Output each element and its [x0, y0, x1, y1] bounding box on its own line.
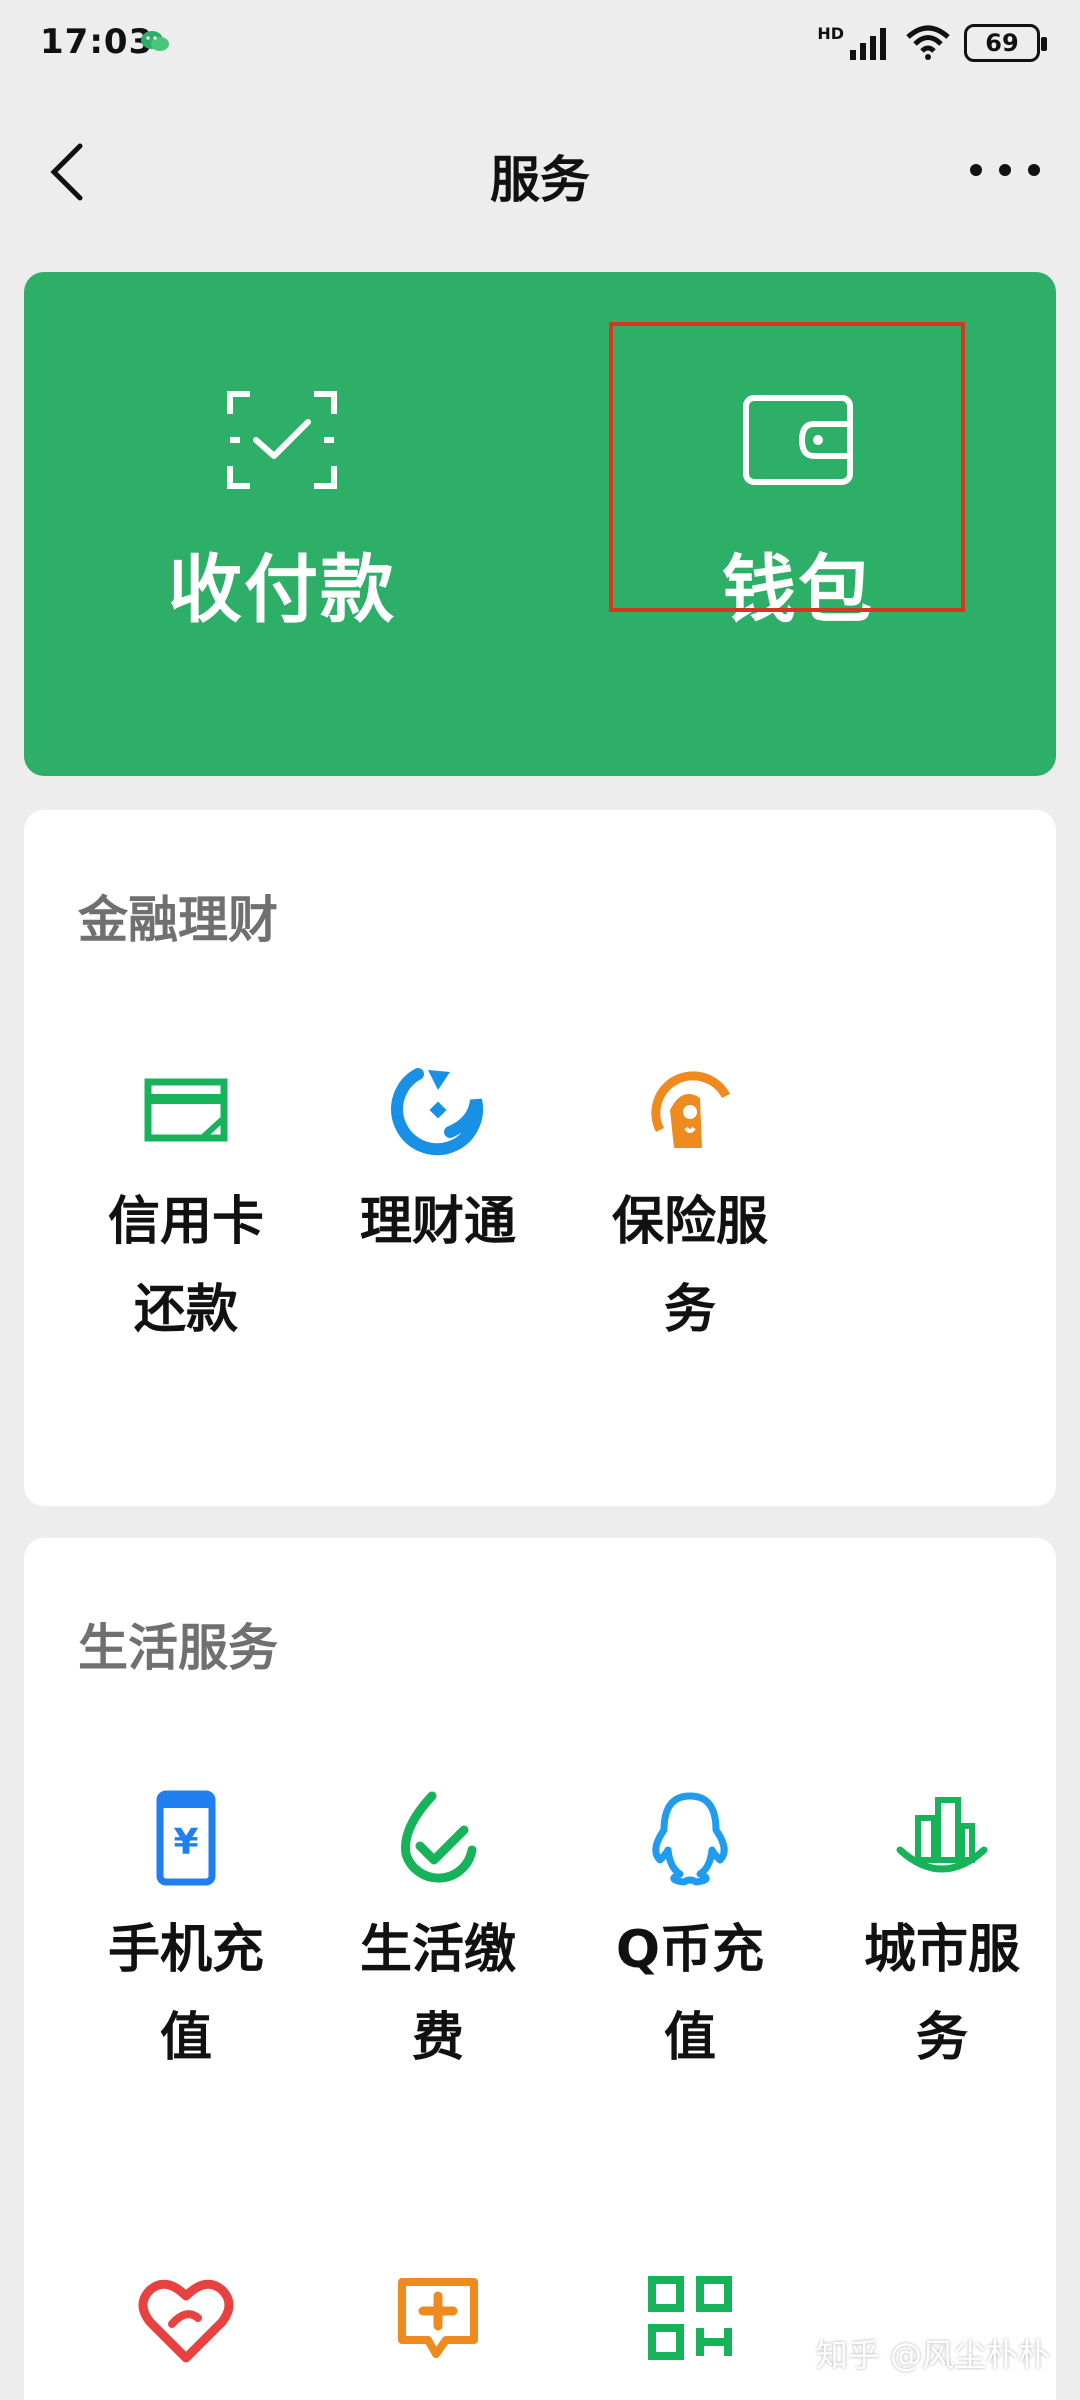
charity-heart-icon	[138, 2279, 234, 2363]
insurance-label: 保险服务	[611, 1192, 768, 1340]
city-service-icon	[896, 1797, 988, 1873]
qcoin-topup-button[interactable]: Q币充值	[564, 1788, 816, 2082]
hd-label: HD	[817, 24, 844, 43]
status-bar: 17:03 HD 69	[0, 0, 1080, 90]
utility-payment-icon	[401, 1791, 477, 1883]
svg-text:¥: ¥	[173, 1822, 198, 1863]
finance-section: 金融理财 信用卡还款 理财通 保险服务	[24, 810, 1056, 1506]
wechat-notification-icon	[141, 31, 169, 51]
payment-card: 收付款 钱包	[24, 272, 1056, 776]
wallet-highlight-box	[609, 322, 965, 612]
phone-topup-button[interactable]: ¥ 手机充值	[60, 1788, 312, 2082]
page-title: 服务	[490, 151, 590, 209]
signal-icon	[850, 28, 886, 60]
phone-topup-label: 手机充值	[107, 1920, 264, 2068]
insurance-button[interactable]: 保险服务	[564, 1060, 816, 1354]
phone-topup-icon: ¥	[156, 1790, 216, 1886]
utility-payment-button[interactable]: 生活缴费	[312, 1788, 564, 2082]
city-service-button[interactable]: 城市服务	[816, 1788, 1068, 2082]
receive-pay-label: 收付款	[168, 547, 396, 633]
credit-card-icon	[144, 1078, 228, 1142]
medical-chat-icon	[398, 2278, 478, 2358]
watermark: 知乎 @风尘朴朴	[815, 2336, 1050, 2374]
more-dot-icon	[999, 164, 1011, 176]
status-indicators: HD 69	[817, 24, 1047, 62]
nav-bar: 服务	[0, 110, 1080, 230]
more-button[interactable]	[970, 150, 1040, 190]
scan-pay-icon	[227, 391, 337, 489]
insurance-icon	[651, 1071, 730, 1148]
medical-button[interactable]	[312, 2268, 564, 2368]
credit-card-label: 信用卡还款	[107, 1192, 264, 1340]
battery-indicator: 69	[964, 24, 1047, 62]
wifi-icon	[906, 25, 950, 60]
qq-icon	[652, 1792, 728, 1886]
city-service-label: 城市服务	[863, 1920, 1020, 2068]
life-section-title: 生活服务	[78, 1619, 278, 1677]
life-section: 生活服务 ¥ 手机充值 生活缴费 Q币充值 城市服务	[24, 1538, 1056, 2400]
wealth-icon	[391, 1068, 484, 1156]
qr-grid-icon	[648, 2276, 732, 2360]
more-dot-icon	[1028, 164, 1040, 176]
finance-section-title: 金融理财	[78, 891, 278, 949]
charity-button[interactable]	[60, 2268, 312, 2368]
utility-payment-label: 生活缴费	[359, 1920, 516, 2068]
wealth-button[interactable]: 理财通	[312, 1060, 564, 1266]
qr-service-button[interactable]	[564, 2268, 816, 2368]
page: 17:03 HD 69 服务 收付款 钱包 金融理财 信用卡还款 理财通 保险服…	[0, 0, 1080, 2400]
credit-card-repay-button[interactable]: 信用卡还款	[60, 1060, 312, 1354]
qcoin-topup-label: Q币充值	[615, 1920, 765, 2068]
receive-pay-button[interactable]: 收付款	[24, 272, 540, 776]
wealth-label: 理财通	[359, 1192, 516, 1252]
status-time: 17:03	[40, 22, 154, 62]
more-dot-icon	[970, 164, 982, 176]
